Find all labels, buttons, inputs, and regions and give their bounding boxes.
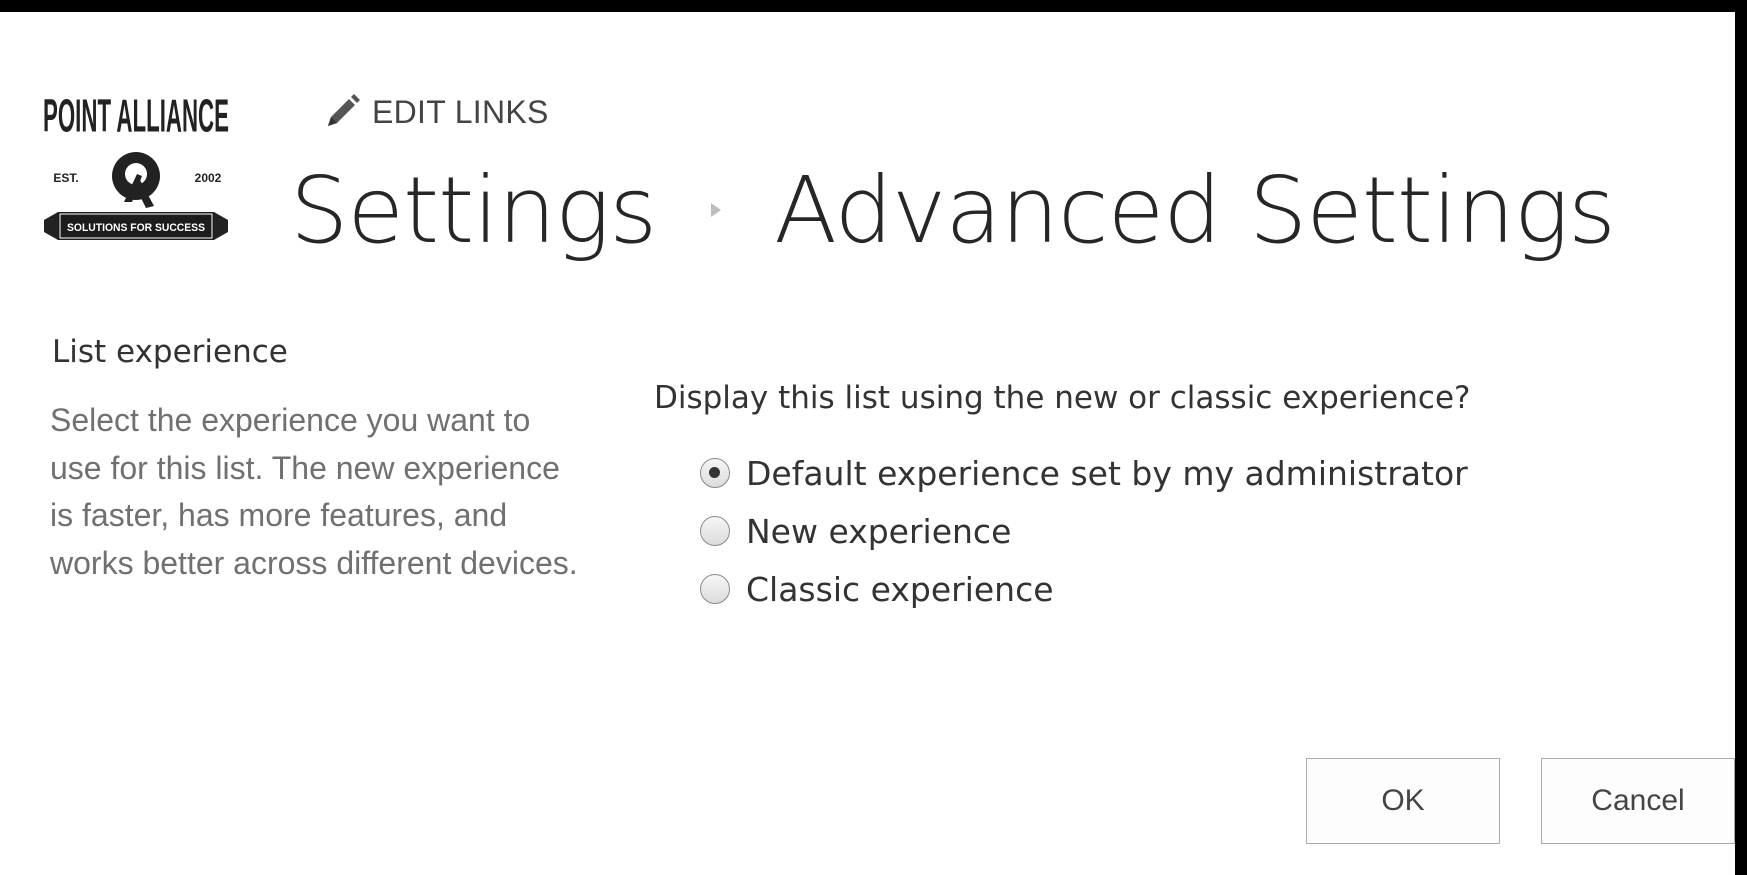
radio-label-classic[interactable]: Classic experience [746, 570, 1054, 609]
pencil-icon [328, 94, 360, 126]
svg-text:EST.: EST. [53, 171, 78, 185]
svg-text:2002: 2002 [195, 171, 222, 185]
section-description: Select the experience you want to use fo… [50, 402, 578, 581]
radio-label-new[interactable]: New experience [746, 512, 1011, 551]
edit-links-label: EDIT LINKS [372, 93, 549, 130]
radio-label-default[interactable]: Default experience set by my administrat… [746, 454, 1468, 493]
radio-option-classic[interactable]: Classic experience [700, 560, 1468, 618]
radio-button-classic[interactable] [700, 574, 730, 604]
ok-button[interactable]: OK [1306, 758, 1500, 844]
experience-question: Display this list using the new or class… [654, 380, 1471, 416]
breadcrumb-settings-link[interactable]: Settings [290, 157, 657, 264]
page: POINT ALLIANCE EST. 2002 SOLUTIONS FOR S… [0, 12, 1735, 875]
radio-button-new[interactable] [700, 516, 730, 546]
cancel-button[interactable]: Cancel [1541, 758, 1735, 844]
radio-button-default[interactable] [700, 458, 730, 488]
radio-option-default[interactable]: Default experience set by my administrat… [700, 444, 1468, 502]
page-title: Advanced Settings [774, 156, 1616, 264]
svg-text:SOLUTIONS FOR SUCCESS: SOLUTIONS FOR SUCCESS [67, 222, 205, 234]
experience-radio-group: Default experience set by my administrat… [700, 444, 1468, 618]
svg-text:POINT ALLIANCE: POINT ALLIANCE [43, 91, 229, 142]
breadcrumb: Settings Advanced Settings [290, 150, 1616, 270]
breadcrumb-arrow-icon [686, 195, 746, 225]
edit-links-button[interactable]: EDIT LINKS [322, 92, 549, 132]
point-alliance-logo: POINT ALLIANCE EST. 2002 SOLUTIONS FOR S… [43, 91, 229, 240]
section-title: List experience [52, 334, 288, 370]
radio-option-new[interactable]: New experience [700, 502, 1468, 560]
